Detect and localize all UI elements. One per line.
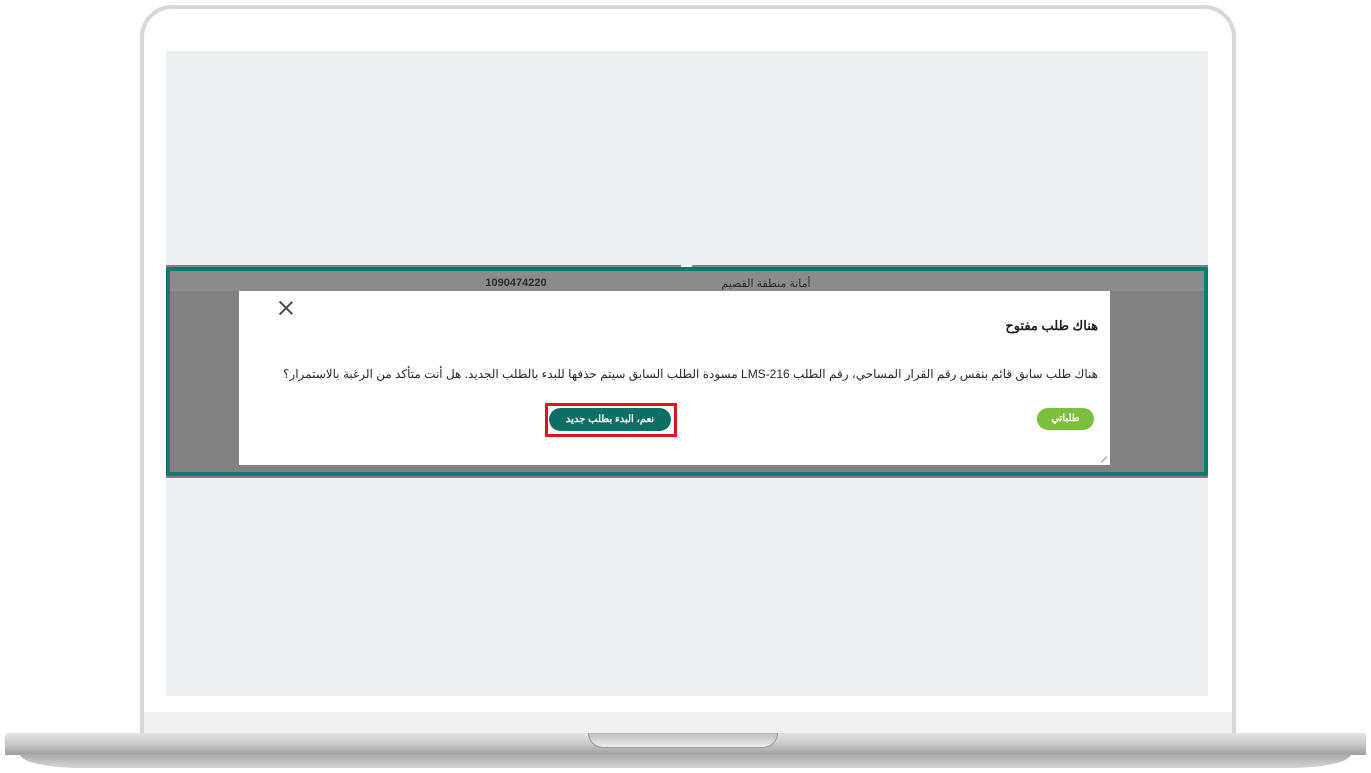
laptop-chin [144,712,1232,735]
laptop-base-bottom [20,754,1351,768]
dialog-message: هناك طلب سابق قائم بنفس رقم القرار المسا… [283,367,1098,381]
laptop-notch [588,733,778,748]
resize-grip-icon[interactable] [1101,456,1108,463]
dialog-title: هناك طلب مفتوح [1005,318,1098,333]
open-request-dialog: هناك طلب مفتوح هناك طلب سابق قائم بنفس ر… [239,291,1110,465]
start-new-request-button[interactable]: نعم، البدء بطلب جديد [549,408,671,431]
close-icon[interactable] [277,299,295,317]
my-requests-button[interactable]: طلباتي [1037,408,1094,430]
laptop-mockup: 1090474220 أمانة منطقة القصيم هناك طلب م… [0,0,1371,773]
